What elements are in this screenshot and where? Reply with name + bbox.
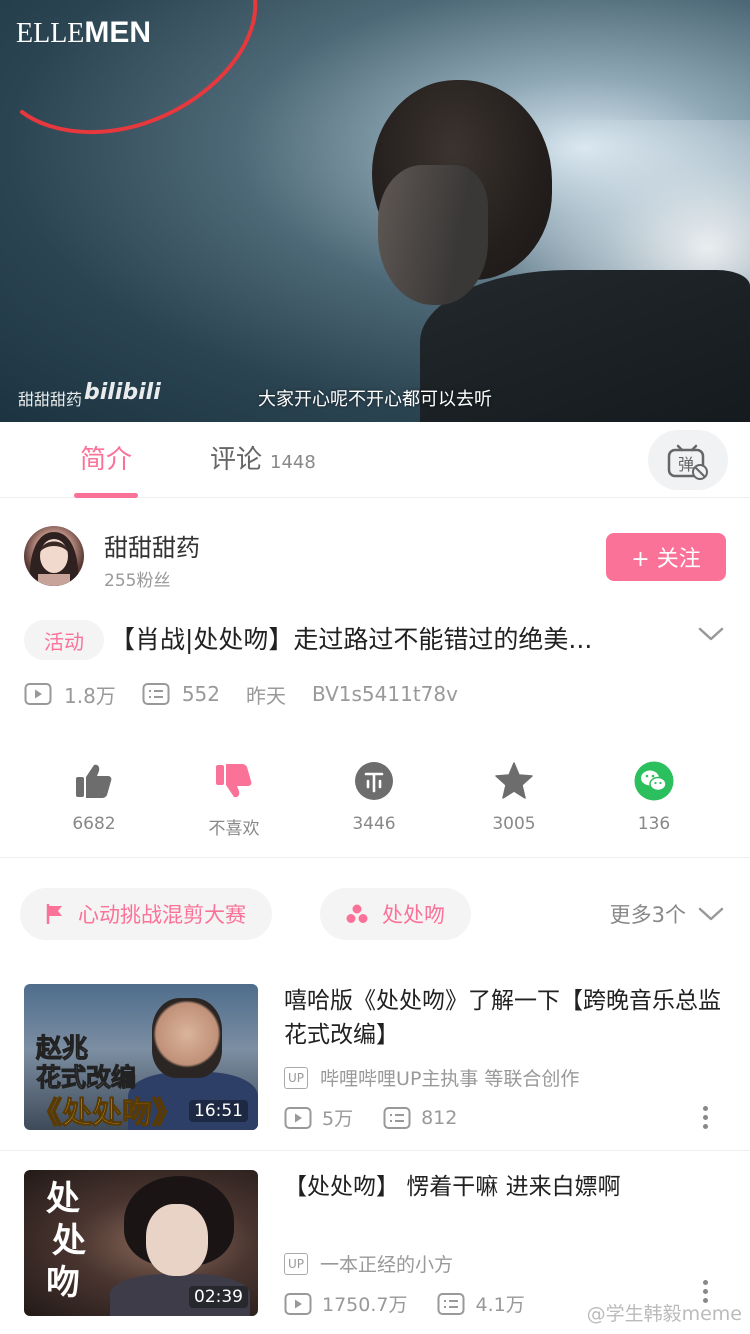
- flag-icon: [46, 904, 62, 924]
- dislike-button[interactable]: 不喜欢: [174, 758, 294, 839]
- uploader-fans-count: 255粉丝: [104, 571, 171, 591]
- share-count: 136: [637, 814, 671, 834]
- play-count-icon: [284, 1106, 312, 1129]
- play-count-icon: [24, 683, 52, 705]
- more-options-icon[interactable]: [700, 1104, 710, 1131]
- dislike-label: 不喜欢: [208, 819, 260, 839]
- tab-bar: 简介 评论 1448 弹: [0, 422, 750, 498]
- star-icon: [495, 762, 533, 799]
- related-video-uploader: UP 哔哩哔哩UP主执事 等联合创作: [284, 1064, 579, 1091]
- danmaku-toggle-button[interactable]: 弹: [648, 430, 728, 490]
- danmaku-count-icon: [437, 1292, 465, 1315]
- video-meta-row: 1.8万 552 昨天 BV1s5411t78v: [24, 678, 484, 710]
- related-video-title: 嘻哈版《处处吻》了解一下【跨晚音乐总监花式改编】: [284, 988, 721, 1048]
- share-button[interactable]: 136: [594, 758, 714, 834]
- coin-count: 3446: [352, 814, 396, 834]
- uploader-row: 甜甜甜药 255粉丝 + 关注: [0, 520, 750, 600]
- svg-text:弹: 弹: [678, 455, 694, 474]
- action-bar: 6682 不喜欢 3446 3005 136: [0, 758, 750, 858]
- tab-comments-label: 评论: [210, 445, 263, 475]
- related-video-stats: 5万 812: [284, 1104, 487, 1131]
- divider: [0, 1150, 750, 1151]
- coin-icon: [355, 762, 393, 800]
- related-video-stats: 1750.7万 4.1万: [284, 1290, 555, 1317]
- chevron-down-icon: [698, 907, 724, 921]
- thumbs-up-icon: [76, 764, 112, 798]
- thumbnail-figure-head: [152, 998, 222, 1078]
- play-count-icon: [284, 1292, 312, 1315]
- video-title: 【肖战|处处吻】走过路过不能错过的绝美...: [110, 625, 593, 654]
- like-button[interactable]: 6682: [34, 758, 154, 834]
- tab-intro[interactable]: 简介: [73, 422, 139, 498]
- bvid: BV1s5411t78v: [312, 682, 458, 706]
- more-tags-button[interactable]: 更多3个: [610, 888, 724, 940]
- up-badge: UP: [284, 1252, 309, 1275]
- avatar-image: [29, 532, 79, 586]
- video-thumbnail[interactable]: 赵兆 花式改编 《处处吻》 16:51: [24, 984, 258, 1130]
- up-badge: UP: [284, 1066, 309, 1089]
- related-video-item[interactable]: 处 处 吻 02:39 【处处吻】 愣着干嘛 进来白嫖啊 UP 一本正经的小方 …: [0, 1170, 750, 1320]
- avatar[interactable]: [24, 526, 84, 586]
- ellemen-logo: ELLEMEN: [16, 16, 152, 49]
- tab-intro-label: 简介: [80, 445, 133, 475]
- video-thumbnail[interactable]: 处 处 吻 02:39: [24, 1170, 258, 1316]
- thumbnail-text: 《处处吻》: [32, 1096, 183, 1131]
- tag-activity[interactable]: 心动挑战混剪大赛: [20, 888, 272, 940]
- publish-date: 昨天: [246, 683, 286, 708]
- comments-count: 1448: [270, 452, 316, 473]
- related-video-uploader: UP 一本正经的小方: [284, 1250, 453, 1277]
- uploader-name[interactable]: 甜甜甜药: [104, 528, 200, 563]
- like-count: 6682: [72, 814, 116, 834]
- thumbnail-calligraphy: 处 处 吻: [46, 1179, 86, 1303]
- coin-button[interactable]: 3446: [314, 758, 434, 834]
- tab-comments[interactable]: 评论 1448: [210, 422, 316, 498]
- weibo-watermark: @学生韩毅meme: [586, 1303, 742, 1325]
- thumbs-down-icon: [216, 764, 252, 798]
- danmaku-count: 552: [142, 682, 220, 706]
- wechat-icon: [634, 761, 674, 801]
- favorite-button[interactable]: 3005: [454, 758, 574, 834]
- video-duration: 02:39: [189, 1286, 248, 1308]
- chevron-down-icon[interactable]: [698, 626, 724, 642]
- video-subtitle: 大家开心呢不开心都可以去听: [258, 389, 492, 410]
- related-video-item[interactable]: 赵兆 花式改编 《处处吻》 16:51 嘻哈版《处处吻》了解一下【跨晚音乐总监花…: [0, 984, 750, 1134]
- video-duration: 16:51: [189, 1100, 248, 1122]
- thumbnail-figure-face: [146, 1204, 208, 1276]
- danmaku-count-icon: [142, 683, 170, 705]
- follow-button[interactable]: + 关注: [606, 533, 726, 581]
- video-player[interactable]: ELLEMEN 甜甜甜药 bilibili 大家开心呢不开心都可以去听: [0, 0, 750, 422]
- view-count: 1.8万: [24, 680, 116, 709]
- tag-topic[interactable]: 处处吻: [320, 888, 471, 940]
- danmaku-off-icon: 弹: [667, 444, 708, 480]
- tag-row: 心动挑战混剪大赛 处处吻 更多3个: [0, 888, 750, 942]
- related-video-title: 【处处吻】 愣着干嘛 进来白嫖啊: [284, 1174, 621, 1200]
- danmaku-count-icon: [383, 1106, 411, 1129]
- favorite-count: 3005: [492, 814, 536, 834]
- video-title-row[interactable]: 活动 【肖战|处处吻】走过路过不能错过的绝美...: [0, 612, 750, 668]
- video-frame-figure-face: [378, 165, 488, 305]
- activity-badge[interactable]: 活动: [24, 620, 104, 660]
- topic-circles-icon: [346, 904, 368, 923]
